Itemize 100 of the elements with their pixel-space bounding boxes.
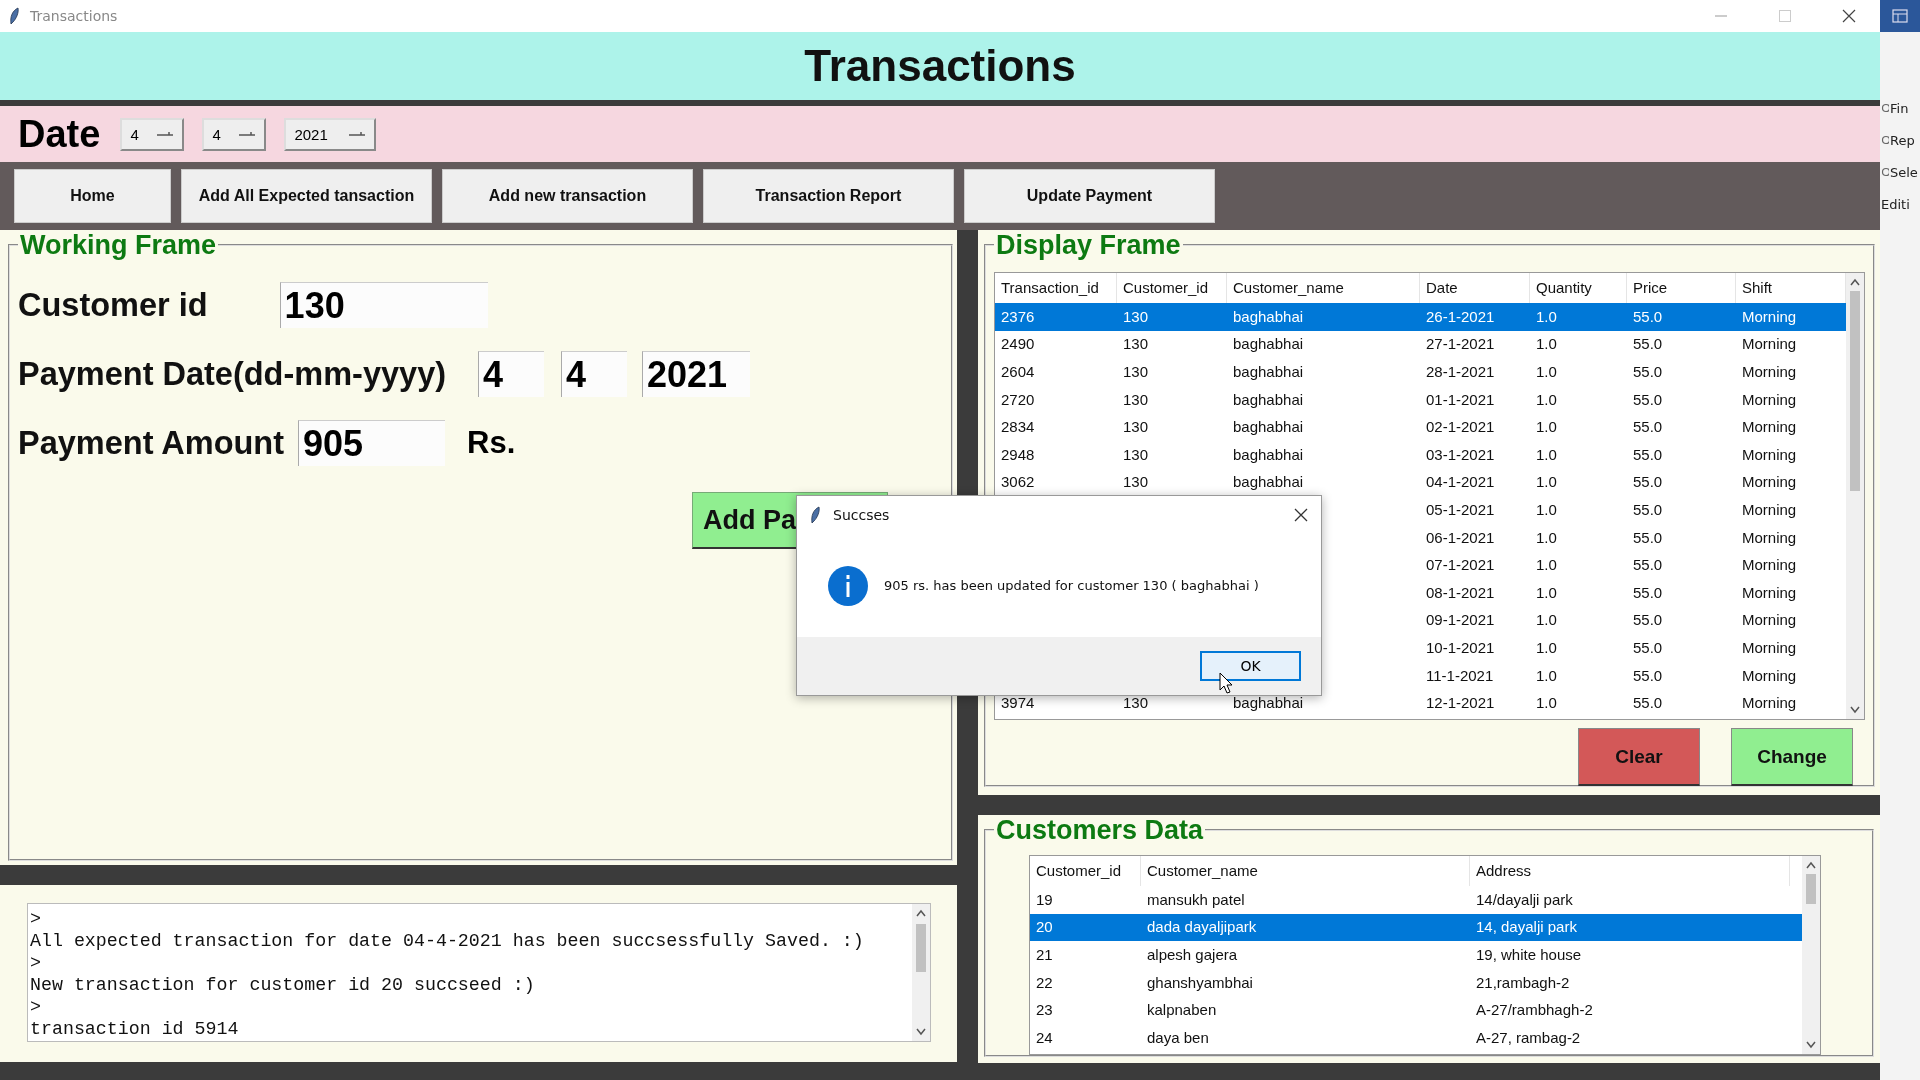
table-cell-text: 1.0 xyxy=(1535,417,1558,438)
clear-button[interactable]: Clear xyxy=(1578,728,1700,786)
feather-icon xyxy=(8,7,22,25)
ok-button[interactable]: OK xyxy=(1200,651,1301,681)
change-button[interactable]: Change xyxy=(1731,728,1853,786)
input-field[interactable]: 4 xyxy=(561,351,628,397)
table-row[interactable]: 3062 130 baghabhai 04-1-2021 1.0 55.0 Morning xyxy=(995,468,1846,497)
table-row[interactable]: 23 kalpnaben A-27/rambhagh-2 xyxy=(1030,996,1802,1024)
window-icon xyxy=(1892,9,1908,23)
scroll-up-icon[interactable] xyxy=(915,908,927,918)
table-cell-text: 22 xyxy=(1035,972,1054,993)
table-cell-text: Morning xyxy=(1741,610,1798,631)
input-field[interactable]: 4 xyxy=(478,351,545,397)
menu-item[interactable]: Sele xyxy=(1890,164,1918,180)
date-dropdown[interactable]: 4 xyxy=(202,117,267,151)
table-cell-text: alpesh gajera xyxy=(1146,945,1239,965)
table-cell-text: Morning xyxy=(1741,582,1798,603)
console-line: > xyxy=(30,952,42,974)
table-cell-text: 3974 xyxy=(1000,693,1036,714)
field-label: Payment Date(dd-mm-yyyy) xyxy=(18,355,447,393)
field-label: Customer id xyxy=(18,286,208,324)
table-cell-text: 1.0 xyxy=(1535,389,1558,410)
table-cell-text: A-27/rambhagh-2 xyxy=(1475,1000,1594,1021)
scroll-up-icon[interactable] xyxy=(1849,277,1861,287)
table-cell-text: Morning xyxy=(1741,417,1798,438)
table-cell-text: baghabhai xyxy=(1232,389,1305,410)
indicator-icon xyxy=(348,130,367,138)
table-cell-text: 55.0 xyxy=(1632,555,1664,576)
table-cell-text: 11-1-2021 xyxy=(1425,665,1495,686)
menu-item[interactable]: Editi xyxy=(1881,196,1910,212)
table-row[interactable]: 20 dada dayaljipark 14, dayalji park xyxy=(1030,913,1802,942)
table-cell-text: 10-1-2021 xyxy=(1425,637,1496,658)
column-header[interactable]: Address xyxy=(1470,856,1790,886)
table-cell-text: 2604 xyxy=(1000,362,1036,382)
column-header[interactable]: Customer_name xyxy=(1141,856,1470,886)
table-cell-text: Morning xyxy=(1741,362,1798,382)
nav-button[interactable]: Add new transaction xyxy=(442,169,693,223)
feather-icon xyxy=(809,506,823,524)
scrollbar-thumb[interactable] xyxy=(1806,874,1816,904)
unit-label: Rs. xyxy=(467,425,516,461)
table-cell-text: 55.0 xyxy=(1632,665,1664,686)
scrollbar-thumb[interactable] xyxy=(916,924,926,972)
nav-button[interactable]: Add All Expected tansaction xyxy=(181,169,432,223)
table-row[interactable]: 24 daya ben A-27, rambag-2 xyxy=(1030,1023,1802,1052)
table-row[interactable]: 2720 130 baghabhai 01-1-2021 1.0 55.0 Morning xyxy=(995,385,1846,414)
column-header[interactable]: Customer_id xyxy=(1030,856,1141,886)
table-cell-text: 28-1-2021 xyxy=(1425,362,1496,382)
console-line: > xyxy=(30,996,42,1018)
date-dropdown[interactable]: 2021 xyxy=(284,117,377,151)
date-dropdown[interactable]: 4 xyxy=(120,117,185,151)
table-cell-text: 21 xyxy=(1035,945,1054,965)
table-row[interactable]: 21 alpesh gajera 19, white house xyxy=(1030,941,1802,969)
table-row[interactable]: 2490 130 baghabhai 27-1-2021 1.0 55.0 Morning xyxy=(995,330,1846,359)
close-icon[interactable] xyxy=(1293,507,1309,523)
close-icon[interactable] xyxy=(1842,9,1856,23)
scrollbar[interactable] xyxy=(1802,856,1820,1054)
table-cell-text: 130 xyxy=(1122,472,1150,493)
table-cell-text: 55.0 xyxy=(1632,444,1664,465)
table-row[interactable]: 2376 130 baghabhai 26-1-2021 1.0 55.0 Morning xyxy=(995,303,1846,331)
table-cell-text: 2948 xyxy=(1000,444,1036,465)
input-field[interactable]: 130 xyxy=(279,282,488,328)
table-cell-text: 55.0 xyxy=(1632,637,1664,658)
table-cell-text: 2720 xyxy=(1000,389,1036,410)
scroll-up-icon[interactable] xyxy=(1805,860,1817,870)
input-field[interactable]: 2021 xyxy=(642,351,751,397)
table-row[interactable]: 2834 130 baghabhai 02-1-2021 1.0 55.0 Morning xyxy=(995,413,1846,441)
table-cell-text: 55.0 xyxy=(1632,306,1664,327)
scrollbar-thumb[interactable] xyxy=(1850,291,1860,491)
table-cell-text: 55.0 xyxy=(1632,499,1664,520)
scroll-down-icon[interactable] xyxy=(1849,705,1861,715)
table-cell-text: mansukh patel xyxy=(1146,889,1246,910)
table-cell-text: 55.0 xyxy=(1632,362,1664,382)
table-cell-text: Morning xyxy=(1741,555,1798,576)
frame-title: Customers Data xyxy=(995,815,1205,845)
table-row[interactable]: 2948 130 baghabhai 03-1-2021 1.0 55.0 Morning xyxy=(995,440,1846,469)
nav-button[interactable]: Home xyxy=(14,169,171,223)
scroll-down-icon[interactable] xyxy=(915,1027,927,1037)
nav-button[interactable]: Transaction Report xyxy=(703,169,954,223)
scrollbar[interactable] xyxy=(912,904,930,1041)
console-line: New transaction for customer id 20 succseed :) xyxy=(30,974,536,996)
scrollbar[interactable] xyxy=(1846,273,1864,719)
table-row[interactable]: 3974 130 baghabhai 12-1-2021 1.0 55.0 Morning xyxy=(995,689,1846,717)
scroll-down-icon[interactable] xyxy=(1805,1040,1817,1050)
menu-item[interactable]: Fin xyxy=(1890,100,1909,116)
menu-item[interactable]: Rep xyxy=(1890,132,1915,148)
nav-button[interactable]: Update Payment xyxy=(964,169,1215,223)
table-cell-text: 130 xyxy=(1122,389,1150,410)
table-cell-text: 19, white house xyxy=(1475,945,1583,965)
input-field[interactable]: 905 xyxy=(298,420,446,466)
table-cell-text: 55.0 xyxy=(1632,693,1664,714)
table-cell-text: Morning xyxy=(1741,472,1798,493)
indicator-icon xyxy=(156,130,175,138)
table-cell-text: 20 xyxy=(1035,917,1054,938)
table-cell-text: Morning xyxy=(1741,306,1798,327)
console-line: All expected transaction for date 04-4-2021 has been succsessfully Saved. :) xyxy=(30,930,865,952)
table-row[interactable]: 19 mansukh patel 14/dayalji park xyxy=(1030,886,1802,914)
table-row[interactable]: 22 ghanshyambhai 21,rambagh-2 xyxy=(1030,968,1802,997)
table-cell-text: baghabhai xyxy=(1232,334,1305,355)
table-cell-text: 1.0 xyxy=(1535,693,1558,714)
table-row[interactable]: 2604 130 baghabhai 28-1-2021 1.0 55.0 Morning xyxy=(995,358,1846,386)
